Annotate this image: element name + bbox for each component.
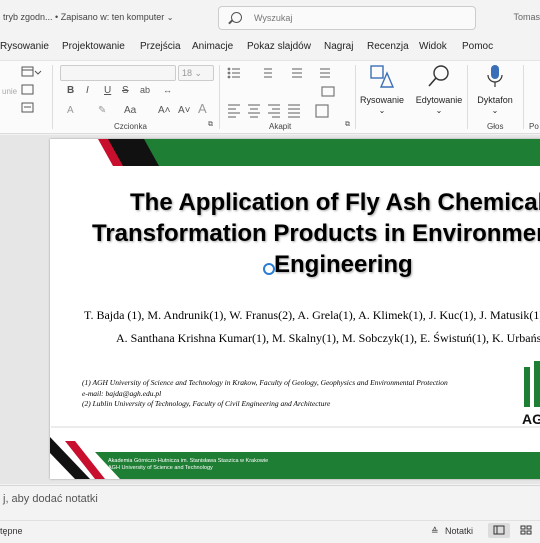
- ribbon-tabs: Rysowanie Projektowanie Przejścia Animac…: [0, 38, 540, 58]
- affiliation-2[interactable]: (2) Lublin University of Technology, Fac…: [82, 399, 330, 408]
- save-status-label[interactable]: Zapisano w: ten komputer: [61, 12, 165, 22]
- partial-left-label: unie: [2, 87, 18, 96]
- font-size-select[interactable]: 18 ⌄: [178, 65, 214, 81]
- group-label-paragraph: Akapit: [269, 122, 292, 131]
- green-header-band: [144, 139, 540, 166]
- notes-pane[interactable]: j, aby dodać notatki: [0, 485, 540, 515]
- rotation-handle[interactable]: [263, 263, 275, 275]
- dictate-button[interactable]: Dyktafon ⌄: [465, 63, 525, 115]
- dialog-launcher-icon[interactable]: ⧉: [208, 121, 213, 129]
- title-bar: tryb zgodn... • Zapisano w: ten komputer…: [0, 0, 540, 36]
- chevron-down-icon: ⌄: [378, 106, 386, 115]
- logo-text: AG: [522, 411, 540, 427]
- notes-placeholder: j, aby dodać notatki: [3, 493, 98, 505]
- ribbon: unie 18 ⌄ B I U S ab ↔ A ✎ Aa A˄ A˅ A Cz…: [0, 60, 540, 134]
- title-line-3: Engineering: [274, 251, 413, 278]
- dictate-button-label: Dyktafon: [477, 95, 513, 105]
- font-family-select[interactable]: [60, 65, 176, 81]
- affiliation-1[interactable]: (1) AGH University of Science and Techno…: [82, 378, 448, 387]
- separator: [523, 65, 524, 129]
- authors-line-2[interactable]: A. Santhana Krishna Kumar(1), M. Skalny(…: [116, 331, 540, 346]
- chevron-down-icon[interactable]: ⌄: [167, 13, 174, 22]
- tab-pomoc[interactable]: Pomoc: [462, 41, 493, 52]
- logo-bar: [524, 367, 530, 407]
- tab-recenzja[interactable]: Recenzja: [367, 41, 409, 52]
- compat-mode-label: tryb zgodn...: [3, 12, 53, 22]
- grow-font-button[interactable]: A˄: [158, 105, 171, 116]
- highlight-icon[interactable]: ✎: [98, 105, 106, 116]
- group-label-font: Czcionka: [114, 122, 147, 131]
- title-line-2: Transformation Products in Environmental: [92, 220, 540, 247]
- bold-button[interactable]: B: [67, 85, 74, 96]
- grid-icon: [520, 525, 532, 535]
- search-icon: [231, 12, 242, 23]
- group-label-voice: Głos: [487, 122, 504, 131]
- editing-button-label: Edytowanie: [415, 95, 463, 105]
- font-color-icon[interactable]: A: [67, 105, 74, 116]
- character-spacing-icon[interactable]: ↔: [163, 85, 172, 95]
- notes-toggle-button[interactable]: Notatki: [445, 526, 473, 536]
- title-line-1: The Application of Fly Ash Chemical: [130, 189, 540, 216]
- normal-view-button[interactable]: [488, 523, 510, 538]
- footer-university-pl: Akademia Górniczo-Hutnicza im. Stanisław…: [108, 458, 269, 464]
- font-size-value: 18: [182, 68, 193, 78]
- italic-button[interactable]: I: [86, 85, 89, 96]
- drawing-button-label: Rysowanie: [359, 95, 405, 105]
- shrink-font-button[interactable]: A˅: [178, 105, 191, 116]
- microphone-icon: [487, 65, 503, 87]
- user-name[interactable]: Tomas: [513, 12, 540, 22]
- tab-rysowanie[interactable]: Rysowanie: [0, 41, 49, 52]
- tab-animacje[interactable]: Animacje: [192, 41, 233, 52]
- chevron-down-icon: ⌄: [491, 106, 499, 115]
- status-left-text: tępne: [0, 526, 23, 536]
- layout-icons[interactable]: [20, 65, 42, 117]
- group-label-partial: Po: [529, 122, 539, 131]
- slide-sorter-button[interactable]: [516, 523, 538, 538]
- status-bar: tępne ≙ Notatki: [0, 520, 540, 540]
- tab-widok[interactable]: Widok: [419, 41, 447, 52]
- authors-line-1[interactable]: T. Bajda (1), M. Andrunik(1), W. Franus(…: [84, 308, 540, 323]
- normal-view-icon: [493, 525, 505, 535]
- search-box[interactable]: Wyszukaj: [218, 6, 476, 30]
- footer-university-en: AGH University of Science and Technology: [108, 465, 213, 471]
- document-status: tryb zgodn... • Zapisano w: ten komputer…: [3, 12, 174, 22]
- affiliation-email[interactable]: e-mail: bajda@agh.edu.pl: [82, 389, 161, 398]
- separator: [219, 65, 220, 129]
- underline-button[interactable]: U: [104, 85, 111, 96]
- chevron-down-icon: ⌄: [435, 106, 443, 115]
- dialog-launcher-icon[interactable]: ⧉: [345, 121, 350, 129]
- logo-bar: [534, 361, 540, 407]
- magnifier-icon: [428, 65, 449, 87]
- editing-button[interactable]: Edytowanie ⌄: [409, 63, 469, 115]
- notes-icon[interactable]: ≙: [431, 526, 439, 537]
- drawing-button[interactable]: Rysowanie ⌄: [352, 63, 412, 115]
- tab-przejscia[interactable]: Przejścia: [140, 41, 181, 52]
- clear-format-icon[interactable]: A: [198, 101, 207, 116]
- tab-projektowanie[interactable]: Projektowanie: [62, 41, 125, 52]
- slide[interactable]: The Application of Fly Ash Chemical Tran…: [50, 139, 540, 479]
- separator: [52, 65, 53, 129]
- strikethrough-button[interactable]: S: [122, 85, 129, 96]
- text-shadow-button[interactable]: ab: [140, 85, 150, 95]
- search-placeholder: Wyszukaj: [254, 13, 293, 23]
- tab-pokaz-slajdow[interactable]: Pokaz slajdów: [247, 41, 311, 52]
- tab-nagraj[interactable]: Nagraj: [324, 41, 353, 52]
- shapes-icon: [370, 65, 395, 88]
- change-case-button[interactable]: Aa: [124, 105, 136, 116]
- paragraph-icons[interactable]: [226, 65, 351, 119]
